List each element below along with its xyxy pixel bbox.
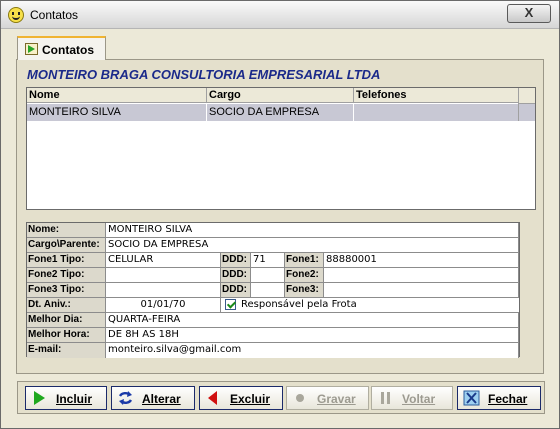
cargo-label: Cargo\Parente: (27, 238, 106, 253)
aniv-field[interactable]: 01/01/70 (106, 298, 221, 313)
contact-details-form: Nome: MONTEIRO SILVA Cargo\Parente: SOCI… (26, 222, 520, 358)
row-telefones-cell[interactable] (354, 104, 520, 121)
frota-checkbox[interactable] (225, 299, 236, 310)
aniv-label: Dt. Aniv.: (27, 298, 106, 313)
ddd1-label: DDD: (221, 253, 251, 268)
row-nome-cell[interactable]: MONTEIRO SILVA (27, 104, 207, 121)
column-header-cargo[interactable]: Cargo (207, 88, 354, 103)
fone2-field[interactable] (324, 268, 519, 283)
dia-label: Melhor Dia: (27, 313, 106, 328)
excluir-button[interactable]: Excluir (199, 386, 283, 410)
ddd2-field[interactable] (251, 268, 285, 283)
fone2-tipo-label: Fone2 Tipo: (27, 268, 106, 283)
column-header-nome[interactable]: Nome (27, 88, 207, 103)
frota-checkbox-row: Responsável pela Frota (221, 298, 519, 313)
fone1-tipo-label: Fone1 Tipo: (27, 253, 106, 268)
close-button[interactable]: X (507, 4, 551, 23)
gravar-button[interactable]: Gravar (286, 386, 369, 410)
grid-scrollbar[interactable] (518, 88, 535, 121)
ddd3-label: DDD: (221, 283, 251, 298)
fone3-label: Fone3: (285, 283, 324, 298)
voltar-button[interactable]: Voltar (371, 386, 453, 410)
fone1-field[interactable]: 88880001 (324, 253, 519, 268)
frota-label: Responsável pela Frota (241, 299, 357, 310)
tab-contatos[interactable]: Contatos (17, 36, 106, 60)
smiley-icon (8, 7, 24, 23)
scroll-top[interactable] (519, 88, 535, 104)
play-green-icon (34, 391, 45, 405)
contacts-grid[interactable]: Nome Cargo Telefones MONTEIRO SILVA SOCI… (26, 87, 536, 210)
record-icon (296, 394, 304, 402)
company-name: MONTEIRO BRAGA CONSULTORIA EMPRESARIAL L… (27, 67, 381, 82)
cargo-field[interactable]: SOCIO DA EMPRESA (106, 238, 519, 253)
pause-icon (381, 392, 390, 404)
alterar-button[interactable]: Alterar (111, 386, 195, 410)
fone3-tipo-field[interactable] (106, 283, 221, 298)
fone2-tipo-field[interactable] (106, 268, 221, 283)
tab-label: Contatos (42, 43, 94, 57)
fone1-tipo-field[interactable]: CELULAR (106, 253, 221, 268)
incluir-button[interactable]: Incluir (25, 386, 107, 410)
title-bar[interactable]: Contatos X (1, 1, 559, 29)
button-bar: Incluir Alterar Excluir Gravar Voltar Fe… (17, 381, 545, 414)
back-red-icon (208, 391, 217, 405)
hora-field[interactable]: DE 8H AS 18H (106, 328, 519, 343)
fone1-label: Fone1: (285, 253, 324, 268)
nome-field[interactable]: MONTEIRO SILVA (106, 223, 519, 238)
ddd3-field[interactable] (251, 283, 285, 298)
dia-field[interactable]: QUARTA-FEIRA (106, 313, 519, 328)
ddd1-field[interactable]: 71 (251, 253, 285, 268)
email-label: E-mail: (27, 343, 106, 358)
fone3-tipo-label: Fone3 Tipo: (27, 283, 106, 298)
play-icon (25, 43, 38, 55)
nome-label: Nome: (27, 223, 106, 238)
fone3-field[interactable] (324, 283, 519, 298)
refresh-icon (118, 391, 133, 405)
column-header-telefones[interactable]: Telefones (354, 88, 520, 103)
contatos-window: Contatos X Contatos MONTEIRO BRAGA CONSU… (0, 0, 560, 429)
close-x-icon (463, 390, 480, 406)
ddd2-label: DDD: (221, 268, 251, 283)
fone2-label: Fone2: (285, 268, 324, 283)
row-cargo-cell[interactable]: SOCIO DA EMPRESA (207, 104, 354, 121)
scroll-row-indicator (519, 104, 535, 121)
window-title: Contatos (30, 8, 79, 22)
hora-label: Melhor Hora: (27, 328, 106, 343)
fechar-button[interactable]: Fechar (457, 386, 541, 410)
email-field[interactable]: monteiro.silva@gmail.com (106, 343, 519, 358)
